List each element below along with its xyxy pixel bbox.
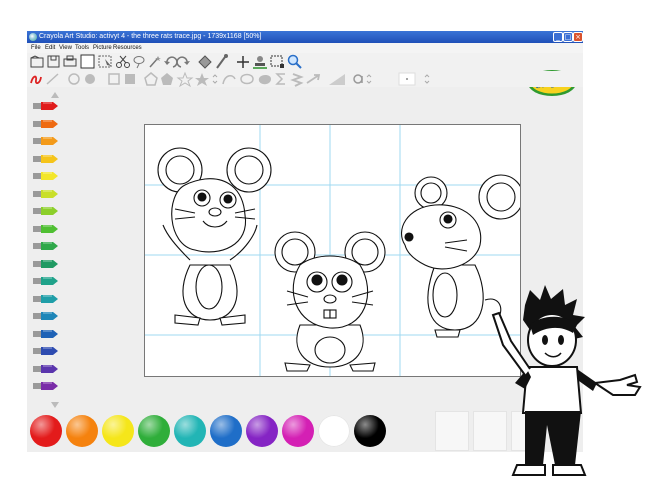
freehand-icon[interactable]: [30, 75, 42, 84]
plus-icon[interactable]: [237, 56, 249, 68]
pentagon-fill-icon[interactable]: [161, 73, 173, 85]
crayon-7[interactable]: [33, 206, 59, 216]
crayon-1[interactable]: [33, 101, 59, 111]
spinner-small-icon[interactable]: [212, 74, 218, 84]
stamp-icon[interactable]: [253, 56, 267, 69]
circle-fill-icon[interactable]: [85, 74, 95, 84]
maximize-button[interactable]: □: [563, 32, 573, 42]
menu-bar: File Edit View Tools Picture Resources: [27, 43, 583, 53]
thumbnail-slot[interactable]: [435, 411, 469, 451]
shape-toolbar: [27, 71, 583, 87]
crayon-13[interactable]: [33, 311, 59, 321]
open-icon[interactable]: [30, 55, 44, 68]
crayon-15[interactable]: [33, 346, 59, 356]
menu-resources[interactable]: Resources: [113, 43, 142, 53]
main-toolbar: Crayola: [27, 53, 583, 96]
pentagon-outline-icon[interactable]: [144, 72, 158, 86]
three-mice-drawing: [145, 125, 524, 376]
scissors-icon[interactable]: [116, 55, 130, 68]
color-swatch-10[interactable]: [354, 415, 386, 447]
crayon-17[interactable]: [33, 381, 59, 391]
crayon-12[interactable]: [33, 294, 59, 304]
save-icon[interactable]: [47, 55, 60, 68]
color-swatch-8[interactable]: [282, 415, 314, 447]
crayon-scroll-down-icon[interactable]: [50, 401, 60, 409]
color-swatch-2[interactable]: [66, 415, 98, 447]
menu-file[interactable]: File: [31, 43, 41, 53]
crayon-16[interactable]: [33, 364, 59, 374]
menu-tools[interactable]: Tools: [75, 43, 89, 53]
arrow-icon[interactable]: [306, 74, 321, 84]
circle-outline-icon[interactable]: [68, 73, 80, 85]
size-field[interactable]: [398, 72, 416, 86]
color-swatch-5[interactable]: [174, 415, 206, 447]
star-outline-icon[interactable]: [176, 71, 194, 87]
curve-icon[interactable]: [222, 74, 236, 85]
color-swatch-9[interactable]: [318, 415, 350, 447]
menu-edit[interactable]: Edit: [45, 43, 55, 53]
text-a-icon[interactable]: [353, 74, 363, 84]
crayon-10[interactable]: [33, 259, 59, 269]
crayon-3[interactable]: [33, 136, 59, 146]
drawing-canvas[interactable]: [144, 124, 524, 377]
crayon-6[interactable]: [33, 189, 59, 199]
print-icon[interactable]: [63, 55, 77, 67]
color-swatch-4[interactable]: [138, 415, 170, 447]
wedge-icon[interactable]: [329, 74, 345, 85]
undo-icon[interactable]: [164, 56, 178, 68]
crayon-4[interactable]: [33, 154, 59, 164]
marquee-icon[interactable]: [270, 55, 284, 68]
minimize-button[interactable]: _: [553, 32, 563, 42]
crayon-2[interactable]: [33, 119, 59, 129]
redo-icon[interactable]: [176, 56, 190, 68]
mouse-left: [157, 147, 272, 326]
blob-fill-icon[interactable]: [258, 75, 271, 85]
fill-icon[interactable]: [198, 55, 212, 69]
window-title: Crayola Art Studio: activyt 4 - the thre…: [39, 33, 262, 40]
color-swatch-3[interactable]: [102, 415, 134, 447]
square-outline-icon[interactable]: [108, 73, 120, 85]
new-page-icon[interactable]: [80, 54, 95, 69]
size-spinner-icon[interactable]: [366, 74, 372, 84]
star-fill-icon[interactable]: [195, 73, 209, 86]
lasso-icon[interactable]: [133, 56, 145, 69]
close-button[interactable]: ×: [573, 32, 583, 42]
crayon-8[interactable]: [33, 224, 59, 234]
color-swatch-1[interactable]: [30, 415, 62, 447]
blob-icon[interactable]: [240, 73, 254, 85]
crayon-9[interactable]: [33, 241, 59, 251]
crayon-scroll-up-icon[interactable]: [50, 91, 60, 99]
crayon-11[interactable]: [33, 276, 59, 286]
magnifier-icon[interactable]: [287, 54, 302, 69]
size-field-spinner-icon[interactable]: [424, 74, 430, 84]
sigma-icon[interactable]: [275, 73, 285, 85]
menu-view[interactable]: View: [59, 43, 72, 53]
app-icon: [29, 33, 37, 41]
crayon-14[interactable]: [33, 329, 59, 339]
select-icon[interactable]: [98, 55, 112, 68]
title-bar[interactable]: Crayola Art Studio: activyt 4 - the thre…: [27, 31, 583, 43]
eyedropper-icon[interactable]: [216, 54, 228, 69]
color-swatch-6[interactable]: [210, 415, 242, 447]
crayon-5[interactable]: [33, 171, 59, 181]
square-fill-icon[interactable]: [125, 74, 135, 84]
zigzag-icon[interactable]: [290, 73, 304, 87]
kid-mascot-illustration: [491, 285, 642, 476]
magic-wand-icon[interactable]: [149, 56, 161, 68]
line-icon[interactable]: [46, 73, 59, 85]
menu-picture[interactable]: Picture: [93, 43, 112, 53]
color-swatch-7[interactable]: [246, 415, 278, 447]
